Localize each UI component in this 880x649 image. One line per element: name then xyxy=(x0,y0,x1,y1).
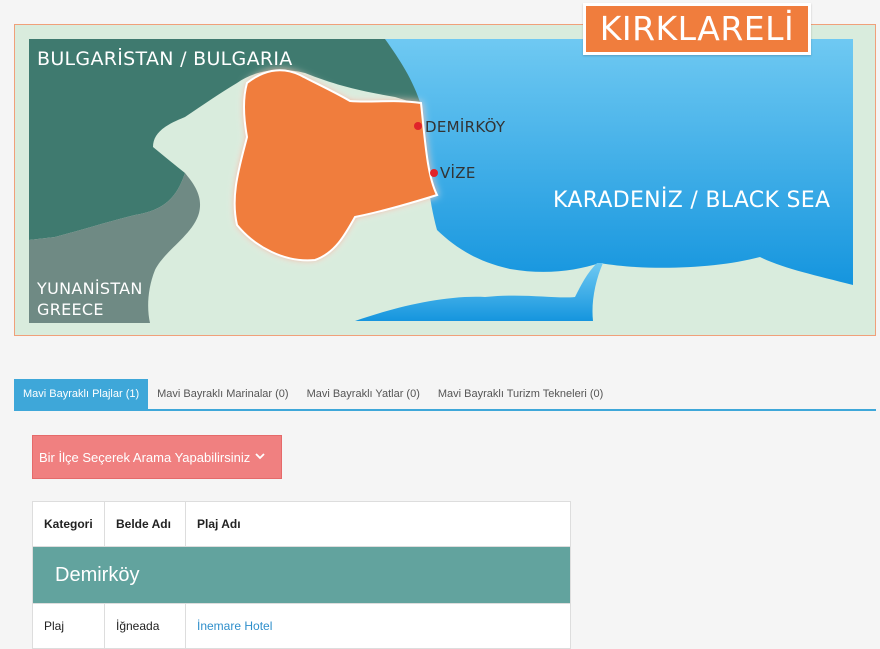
tab-blue-flag-marinas[interactable]: Mavi Bayraklı Marinalar (0) xyxy=(148,379,297,409)
bulgaria-label: BULGARİSTAN / BULGARIA xyxy=(37,48,293,70)
tab-blue-flag-beaches[interactable]: Mavi Bayraklı Plajlar (1) xyxy=(14,379,149,409)
demirkoy-marker xyxy=(414,122,422,130)
vize-marker xyxy=(430,169,438,177)
cell-town: İğneada xyxy=(105,604,186,648)
province-title-badge: KIRKLARELİ xyxy=(583,3,811,55)
district-select-label: Bir İlçe Seçerek Arama Yapabilirsiniz xyxy=(39,449,251,465)
cell-category: Plaj xyxy=(33,604,105,648)
demirkoy-label: DEMİRKÖY xyxy=(425,118,506,136)
vize-label: VİZE xyxy=(440,164,476,182)
beach-link[interactable]: İnemare Hotel xyxy=(197,619,272,633)
column-header-category: Kategori xyxy=(33,502,105,546)
chevron-down-icon xyxy=(255,452,265,463)
greece-label-line1: YUNANİSTAN xyxy=(37,279,143,298)
tab-blue-flag-tour-boats[interactable]: Mavi Bayraklı Turizm Tekneleri (0) xyxy=(429,379,612,409)
table-header-row: Kategori Belde Adı Plaj Adı xyxy=(33,502,570,547)
beach-table: Kategori Belde Adı Plaj Adı Demirköy Pla… xyxy=(32,501,571,649)
district-select-button[interactable]: Bir İlçe Seçerek Arama Yapabilirsiniz xyxy=(32,435,282,479)
column-header-beach: Plaj Adı xyxy=(197,517,241,531)
black-sea-label: KARADENİZ / BLACK SEA xyxy=(553,188,831,213)
tab-blue-flag-yachts[interactable]: Mavi Bayraklı Yatlar (0) xyxy=(298,379,429,409)
cell-beach: İnemare Hotel xyxy=(186,604,570,648)
province-map: BULGARİSTAN / BULGARIA YUNANİSTAN GREECE… xyxy=(14,3,876,336)
column-header-town: Belde Adı xyxy=(105,502,186,546)
table-row: Plaj İğneada İnemare Hotel xyxy=(33,603,570,648)
greece-label-line2: GREECE xyxy=(37,300,104,319)
greece-label: YUNANİSTAN GREECE xyxy=(37,278,143,320)
category-tabs: Mavi Bayraklı Plajlar (1) Mavi Bayraklı … xyxy=(14,379,876,411)
table-group-header: Demirköy xyxy=(33,547,570,603)
